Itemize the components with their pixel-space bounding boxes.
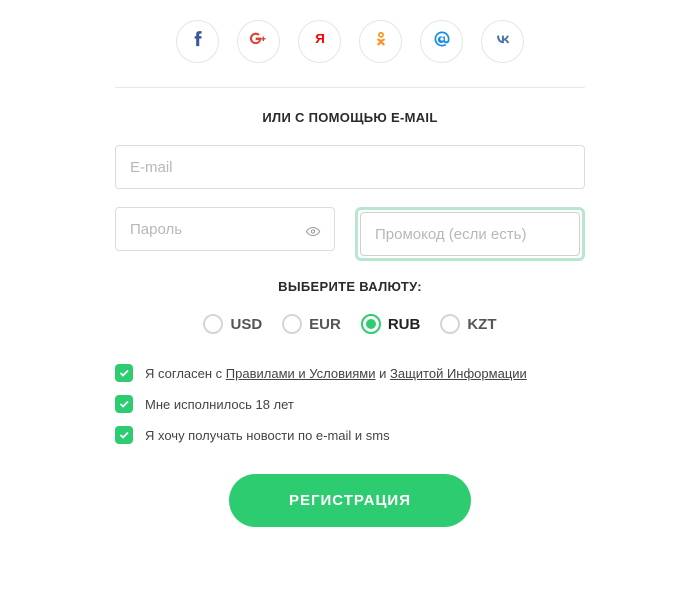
currency-selector: USD EUR RUB KZT	[115, 314, 585, 334]
mailru-login-button[interactable]	[420, 20, 463, 63]
show-password-icon[interactable]	[305, 224, 321, 245]
age-text: Мне исполнилось 18 лет	[145, 397, 294, 412]
news-checkbox[interactable]	[115, 426, 133, 444]
yandex-icon: Я	[310, 29, 330, 54]
google-icon	[249, 29, 269, 54]
currency-label: EUR	[309, 316, 341, 333]
email-section-title: ИЛИ С ПОМОЩЬЮ E-MAIL	[115, 110, 585, 125]
currency-label: USD	[230, 316, 262, 333]
email-input[interactable]	[115, 145, 585, 189]
password-input[interactable]	[115, 207, 335, 251]
vk-icon	[493, 29, 513, 54]
age-checkbox[interactable]	[115, 395, 133, 413]
promo-input[interactable]	[360, 212, 580, 256]
terms-link[interactable]: Правилами и Условиями	[226, 366, 376, 381]
currency-title: ВЫБЕРИТЕ ВАЛЮТУ:	[115, 279, 585, 294]
svg-text:Я: Я	[315, 31, 325, 46]
radio-icon	[203, 314, 223, 334]
odnoklassniki-login-button[interactable]	[359, 20, 402, 63]
register-button[interactable]: РЕГИСТРАЦИЯ	[229, 474, 471, 527]
radio-icon	[282, 314, 302, 334]
currency-label: KZT	[467, 316, 496, 333]
currency-option-eur[interactable]: EUR	[282, 314, 341, 334]
currency-option-rub[interactable]: RUB	[361, 314, 421, 334]
terms-checkbox[interactable]	[115, 364, 133, 382]
currency-option-usd[interactable]: USD	[203, 314, 262, 334]
agreements-list: Я согласен с Правилами и Условиями и Защ…	[115, 364, 585, 444]
currency-option-kzt[interactable]: KZT	[440, 314, 496, 334]
currency-label: RUB	[388, 316, 421, 333]
facebook-icon	[188, 29, 208, 54]
mailru-icon	[432, 29, 452, 54]
social-login-row: Я	[115, 20, 585, 63]
google-login-button[interactable]	[237, 20, 280, 63]
divider	[115, 87, 585, 88]
radio-icon	[440, 314, 460, 334]
odnoklassniki-icon	[371, 29, 391, 54]
news-text: Я хочу получать новости по e-mail и sms	[145, 428, 390, 443]
facebook-login-button[interactable]	[176, 20, 219, 63]
terms-text: Я согласен с Правилами и Условиями и Защ…	[145, 366, 527, 381]
privacy-link[interactable]: Защитой Информации	[390, 366, 527, 381]
vk-login-button[interactable]	[481, 20, 524, 63]
yandex-login-button[interactable]: Я	[298, 20, 341, 63]
radio-icon	[361, 314, 381, 334]
